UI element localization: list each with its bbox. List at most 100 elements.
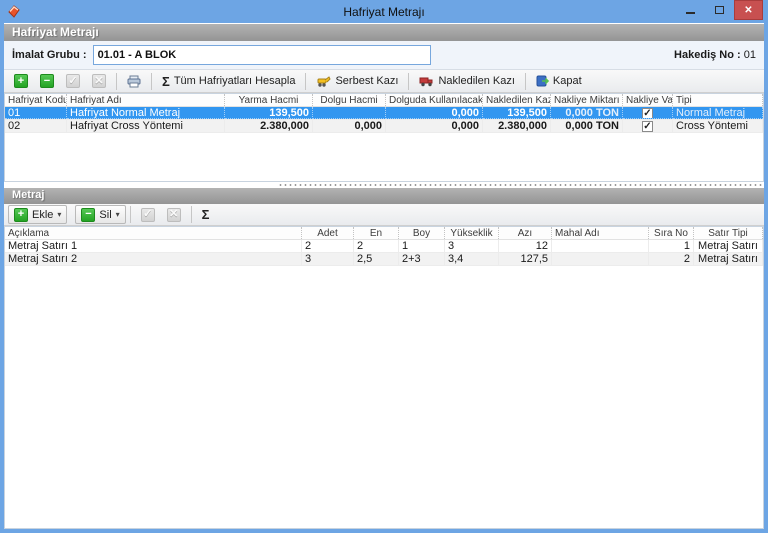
cross-icon: ✕ (167, 208, 181, 222)
column-header-dolgu-hacmi[interactable]: Dolgu Hacmi (313, 94, 386, 106)
cell-dolgu[interactable]: 0,000 (313, 120, 386, 132)
cell-ad[interactable]: Hafriyat Cross Yöntemi (67, 120, 225, 132)
metraj-toolbar: + Ekle ▾ − Sil ▾ ✓ ✕ Σ (4, 204, 764, 226)
excavator-icon (316, 75, 331, 87)
column-header-tipi[interactable]: Tipi (673, 94, 763, 106)
column-header-adet[interactable]: Adet (302, 227, 354, 239)
window: Hafriyat Metrajı ✕ Hafriyat Metrajı İmal… (0, 0, 768, 533)
cell-sira[interactable]: 1 (649, 240, 694, 252)
close-button[interactable]: ✕ (734, 0, 763, 20)
confirm-button[interactable]: ✓ (60, 72, 86, 91)
maximize-button[interactable] (705, 0, 734, 20)
window-controls: ✕ (676, 0, 763, 20)
imalat-grubu-label: İmalat Grubu : (12, 49, 87, 61)
column-header-hafriyat-adi[interactable]: Hafriyat Adı (67, 94, 225, 106)
metraj-cancel-button[interactable]: ✕ (161, 205, 187, 224)
imalat-grubu-input[interactable] (93, 45, 431, 65)
close-icon: ✕ (744, 5, 752, 16)
column-header-azi[interactable]: Azı (499, 227, 552, 239)
ekle-label: Ekle (32, 209, 53, 221)
cell-boy[interactable]: 2+3 (399, 253, 445, 265)
column-header-sira-no[interactable]: Sıra No (649, 227, 694, 239)
titlebar: Hafriyat Metrajı ✕ (0, 0, 768, 23)
cell-mahal[interactable] (552, 240, 649, 252)
table-row[interactable]: Metraj Satırı 2 3 2,5 2+3 3,4 127,5 2 Me… (5, 253, 763, 266)
column-header-nakledilen-kazi[interactable]: Nakledilen Kazı (483, 94, 551, 106)
cell-tipi[interactable]: Normal Metraj (673, 107, 763, 119)
table-row[interactable]: 02 Hafriyat Cross Yöntemi 2.380,000 0,00… (5, 120, 763, 133)
exit-icon (536, 75, 549, 87)
cell-nakliye-miktari[interactable]: 0,000 TON (551, 107, 623, 119)
cell-azi[interactable]: 127,5 (499, 253, 552, 265)
table-row-selected[interactable]: 01 Hafriyat Normal Metraj 139,500 0,000 … (5, 107, 763, 120)
column-header-nakliye-miktari[interactable]: Nakliye Miktarı (551, 94, 623, 106)
cell-nakliye-var[interactable]: ✓ (623, 107, 673, 119)
minus-icon: − (40, 74, 54, 88)
cell-kod[interactable]: 01 (5, 107, 67, 119)
cell-yukseklik[interactable]: 3 (445, 240, 499, 252)
calculate-all-button[interactable]: Σ Tüm Hafriyatları Hesapla (156, 72, 301, 91)
checkbox-checked-icon[interactable]: ✓ (642, 121, 653, 132)
minimize-button[interactable] (676, 0, 705, 20)
add-row-button[interactable]: + (8, 72, 34, 91)
cell-ad[interactable]: Hafriyat Normal Metraj (67, 107, 225, 119)
cell-en[interactable]: 2 (354, 240, 399, 252)
cell-adet[interactable]: 2 (302, 240, 354, 252)
print-button[interactable] (121, 72, 147, 91)
metraj-grid: Açıklama Adet En Boy Yükseklik Azı Mahal… (4, 226, 764, 529)
column-header-mahal-adi[interactable]: Mahal Adı (552, 227, 649, 239)
column-header-yarma-hacmi[interactable]: Yarma Hacmi (225, 94, 313, 106)
cell-aciklama[interactable]: Metraj Satırı 1 (5, 240, 302, 252)
checkbox-checked-icon[interactable]: ✓ (642, 108, 653, 119)
nakledilen-kazi-button[interactable]: Nakledilen Kazı (413, 72, 520, 91)
cell-dolguda[interactable]: 0,000 (386, 120, 483, 132)
serbest-kazi-label: Serbest Kazı (335, 75, 398, 87)
check-icon: ✓ (141, 208, 155, 222)
column-header-boy[interactable]: Boy (399, 227, 445, 239)
cell-satir-tipi[interactable]: Metraj Satırı (694, 253, 763, 265)
printer-icon (127, 75, 141, 88)
column-header-yukseklik[interactable]: Yükseklik (445, 227, 499, 239)
cancel-button[interactable]: ✕ (86, 72, 112, 91)
cell-nakledilen[interactable]: 139,500 (483, 107, 551, 119)
form-strip: İmalat Grubu : Hakediş No : 01 (4, 41, 764, 70)
column-header-hafriyat-kodu[interactable]: Hafriyat Kodu (5, 94, 67, 106)
sil-button[interactable]: − Sil ▾ (75, 205, 125, 224)
cell-nakledilen[interactable]: 2.380,000 (483, 120, 551, 132)
nakledilen-kazi-label: Nakledilen Kazı (438, 75, 514, 87)
page-title: Hafriyat Metrajı (4, 24, 764, 41)
hafriyat-grid: Hafriyat Kodu Hafriyat Adı Yarma Hacmi D… (4, 93, 764, 182)
cell-dolgu[interactable] (313, 107, 386, 119)
column-header-en[interactable]: En (354, 227, 399, 239)
column-header-dolguda-kullanilacak[interactable]: Dolguda Kullanılacak Kazı (386, 94, 483, 106)
metraj-sum-button[interactable]: Σ (196, 205, 216, 224)
cell-mahal[interactable] (552, 253, 649, 265)
serbest-kazi-button[interactable]: Serbest Kazı (310, 72, 404, 91)
cell-aciklama[interactable]: Metraj Satırı 2 (5, 253, 302, 265)
cell-tipi[interactable]: Cross Yöntemi (673, 120, 763, 132)
column-header-aciklama[interactable]: Açıklama (5, 227, 302, 239)
cell-satir-tipi[interactable]: Metraj Satırı (694, 240, 763, 252)
kapat-button[interactable]: Kapat (530, 72, 588, 91)
cell-sira[interactable]: 2 (649, 253, 694, 265)
cell-en[interactable]: 2,5 (354, 253, 399, 265)
cell-dolguda[interactable]: 0,000 (386, 107, 483, 119)
cell-yarma[interactable]: 139,500 (225, 107, 313, 119)
cell-yukseklik[interactable]: 3,4 (445, 253, 499, 265)
cell-boy[interactable]: 1 (399, 240, 445, 252)
cell-kod[interactable]: 02 (5, 120, 67, 132)
column-header-nakliye-var[interactable]: Nakliye Var (623, 94, 673, 106)
cell-nakliye-miktari[interactable]: 0,000 TON (551, 120, 623, 132)
cell-azi[interactable]: 12 (499, 240, 552, 252)
metraj-confirm-button[interactable]: ✓ (135, 205, 161, 224)
grid-splitter[interactable] (4, 182, 764, 188)
cell-nakliye-var[interactable]: ✓ (623, 120, 673, 132)
column-header-satir-tipi[interactable]: Satır Tipi (694, 227, 763, 239)
cell-adet[interactable]: 3 (302, 253, 354, 265)
toolbar-separator (191, 206, 192, 223)
ekle-button[interactable]: + Ekle ▾ (8, 205, 67, 224)
remove-row-button[interactable]: − (34, 72, 60, 91)
window-title: Hafriyat Metrajı (0, 5, 768, 19)
cell-yarma[interactable]: 2.380,000 (225, 120, 313, 132)
table-row[interactable]: Metraj Satırı 1 2 2 1 3 12 1 Metraj Satı… (5, 240, 763, 253)
